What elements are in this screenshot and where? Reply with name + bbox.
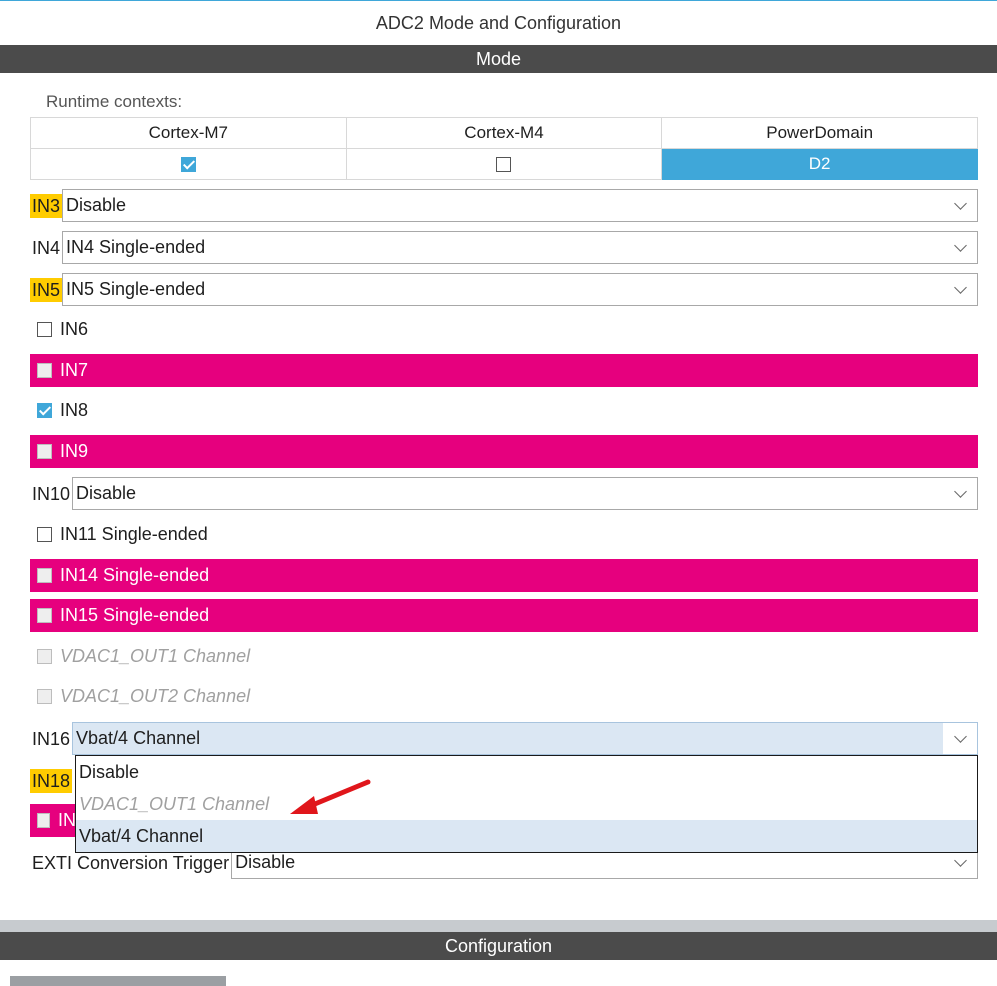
in8-label: IN8: [60, 400, 89, 420]
in18-label: IN18: [30, 768, 73, 793]
vdac1-out2-checkbox: [37, 689, 52, 704]
in7-checkbox[interactable]: [37, 363, 52, 378]
in5-value: IN5 Single-ended: [66, 279, 206, 299]
in10-value: Disable: [76, 483, 137, 503]
col-cortex-m7: Cortex-M7: [30, 117, 347, 149]
cortex-m4-cell: [345, 148, 663, 180]
in14-checkbox[interactable]: [37, 568, 52, 583]
exti-label: EXTI Conversion Trigger: [32, 852, 230, 873]
in11-row[interactable]: IN11 Single-ended: [30, 518, 978, 551]
dropdown-option-disable[interactable]: Disable: [76, 756, 977, 788]
runtime-contexts-table: Cortex-M7 Cortex-M4 PowerDomain D2: [30, 117, 978, 180]
in5-select[interactable]: IN5 Single-ended: [62, 273, 978, 306]
vdac1-out2-row: VDAC1_OUT2 Channel: [30, 680, 978, 713]
in16-select[interactable]: Vbat/4 Channel: [72, 722, 978, 755]
in3-value: Disable: [66, 195, 127, 215]
annotation-arrow-icon: [290, 779, 371, 814]
vdac1-out1-label: VDAC1_OUT1 Channel: [60, 646, 251, 666]
in6-row[interactable]: IN6: [30, 313, 978, 346]
in19-row[interactable]: IN: [30, 804, 76, 837]
vdac1-out2-label: VDAC1_OUT2 Channel: [60, 686, 251, 706]
in10-label: IN10: [32, 483, 71, 504]
cortex-m7-checkbox[interactable]: [180, 157, 196, 173]
in7-row[interactable]: IN7: [30, 354, 978, 387]
in4-select[interactable]: IN4 Single-ended: [62, 231, 978, 264]
in14-row[interactable]: IN14 Single-ended: [30, 559, 978, 592]
in4-value: IN4 Single-ended: [66, 237, 206, 257]
in14-label: IN14 Single-ended: [60, 565, 210, 585]
vdac1-out1-row: VDAC1_OUT1 Channel: [30, 640, 978, 673]
in15-checkbox[interactable]: [37, 608, 52, 623]
chevron-down-icon: [954, 485, 967, 498]
top-accent-line: [0, 0, 997, 1]
horizontal-scrollbar-thumb[interactable]: [10, 976, 226, 986]
in3-row: IN3 Disable: [30, 189, 978, 222]
configuration-section-header[interactable]: Configuration: [0, 932, 997, 960]
mode-section-header[interactable]: Mode: [0, 45, 997, 73]
dropdown-option-vbat4[interactable]: Vbat/4 Channel: [76, 820, 977, 852]
in8-checkbox[interactable]: [37, 403, 52, 418]
in5-label: IN5: [30, 277, 63, 302]
in9-checkbox[interactable]: [37, 444, 52, 459]
in11-checkbox[interactable]: [37, 527, 52, 542]
in9-label: IN9: [60, 441, 89, 461]
in4-row: IN4 IN4 Single-ended: [30, 231, 978, 264]
in16-dropdown-list: Disable VDAC1_OUT1 Channel Vbat/4 Channe…: [75, 755, 978, 853]
in3-label: IN3: [30, 193, 63, 218]
in15-label: IN15 Single-ended: [60, 605, 210, 625]
in5-row: IN5 IN5 Single-ended: [30, 273, 978, 306]
in16-value: Vbat/4 Channel: [76, 728, 201, 748]
exti-value: Disable: [235, 852, 296, 872]
in10-row: IN10 Disable: [30, 477, 978, 510]
in7-label: IN7: [60, 360, 89, 380]
in19-label: IN: [58, 810, 76, 830]
cortex-m4-checkbox[interactable]: [496, 157, 512, 173]
runtime-contexts-label: Runtime contexts:: [46, 92, 183, 111]
panel-splitter[interactable]: [0, 920, 997, 932]
cortex-m7-cell: [30, 148, 347, 180]
in10-select[interactable]: Disable: [72, 477, 978, 510]
in15-row[interactable]: IN15 Single-ended: [30, 599, 978, 632]
chevron-down-icon: [954, 281, 967, 294]
chevron-down-icon: [954, 197, 967, 210]
vdac1-out1-checkbox: [37, 649, 52, 664]
in6-label: IN6: [60, 319, 89, 339]
col-cortex-m4: Cortex-M4: [345, 117, 663, 149]
in9-row[interactable]: IN9: [30, 435, 978, 468]
chevron-down-icon: [954, 854, 967, 867]
in8-row[interactable]: IN8: [30, 394, 978, 427]
in4-label: IN4: [32, 237, 61, 258]
in16-row: IN16 Vbat/4 Channel: [30, 722, 978, 755]
in19-checkbox[interactable]: [37, 813, 50, 828]
col-power-domain: PowerDomain: [661, 117, 978, 149]
in3-select[interactable]: Disable: [62, 189, 978, 222]
power-domain-value: D2: [661, 148, 978, 180]
dropdown-option-vdac1-out1: VDAC1_OUT1 Channel: [79, 794, 270, 814]
in16-label: IN16: [32, 728, 71, 749]
in6-checkbox[interactable]: [37, 322, 52, 337]
chevron-down-icon: [954, 239, 967, 252]
window-title: ADC2 Mode and Configuration: [375, 13, 622, 33]
in11-label: IN11 Single-ended: [60, 524, 208, 544]
